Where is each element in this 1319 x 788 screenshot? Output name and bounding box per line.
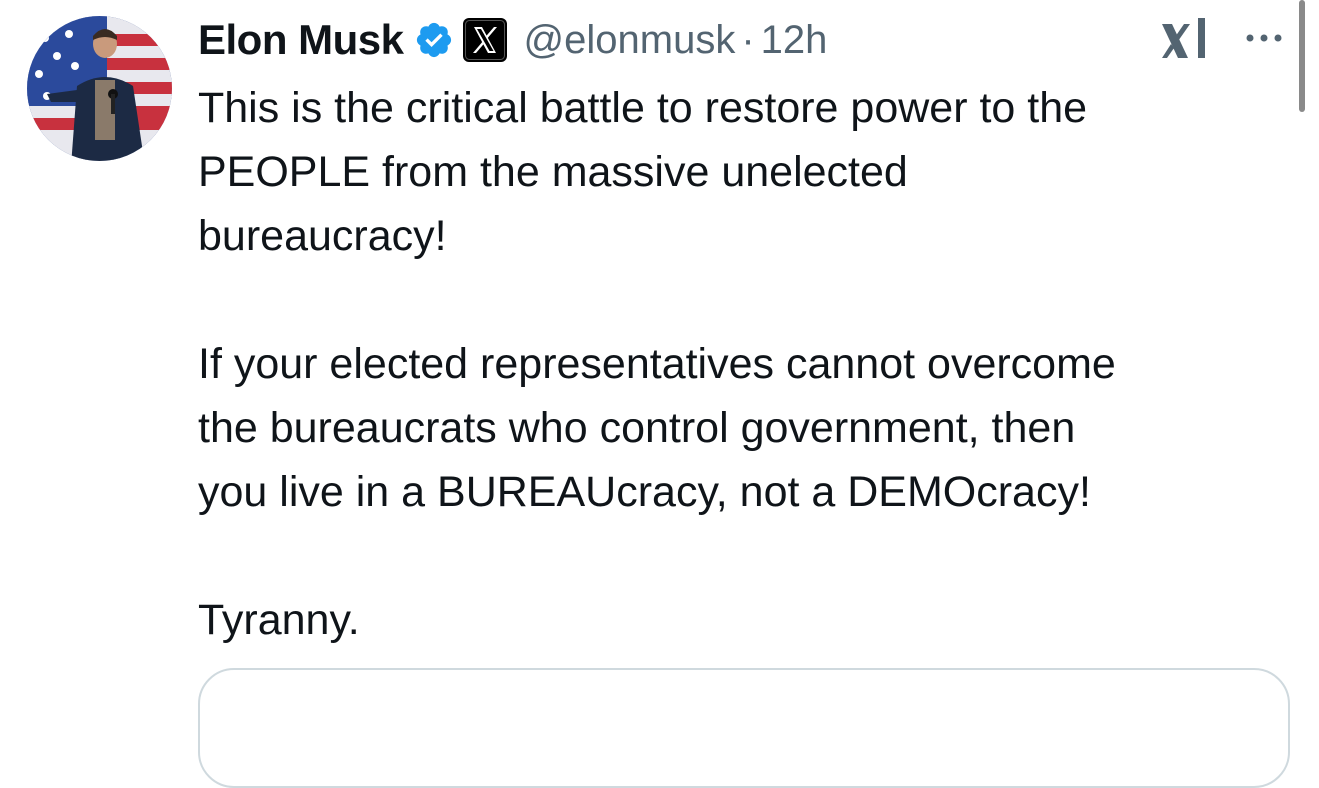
timestamp[interactable]: 12h (761, 18, 828, 63)
avatar-image (27, 16, 172, 161)
avatar[interactable] (27, 16, 172, 161)
tweet-text: This is the critical battle to restore p… (198, 76, 1288, 652)
tweet-paragraph-1: This is the critical battle to restore p… (198, 84, 1088, 260)
more-dots-icon[interactable] (1240, 28, 1288, 48)
tweet[interactable]: Elon Musk @elonmusk · 12h This is the cr… (0, 0, 1319, 788)
handle[interactable]: @elonmusk (524, 18, 736, 63)
scrollbar[interactable] (1299, 0, 1305, 112)
separator-dot: · (741, 17, 755, 62)
tweet-paragraph-2: If your elected representatives cannot o… (198, 340, 1116, 516)
verified-badge-icon[interactable] (414, 20, 454, 60)
grok-icon[interactable] (1158, 14, 1212, 66)
x-logo-icon[interactable] (460, 15, 510, 65)
tweet-paragraph-3: Tyranny. (198, 596, 360, 644)
quoted-tweet-card[interactable] (198, 668, 1290, 788)
tweet-header: Elon Musk @elonmusk · 12h (198, 12, 827, 68)
display-name[interactable]: Elon Musk (198, 16, 404, 64)
